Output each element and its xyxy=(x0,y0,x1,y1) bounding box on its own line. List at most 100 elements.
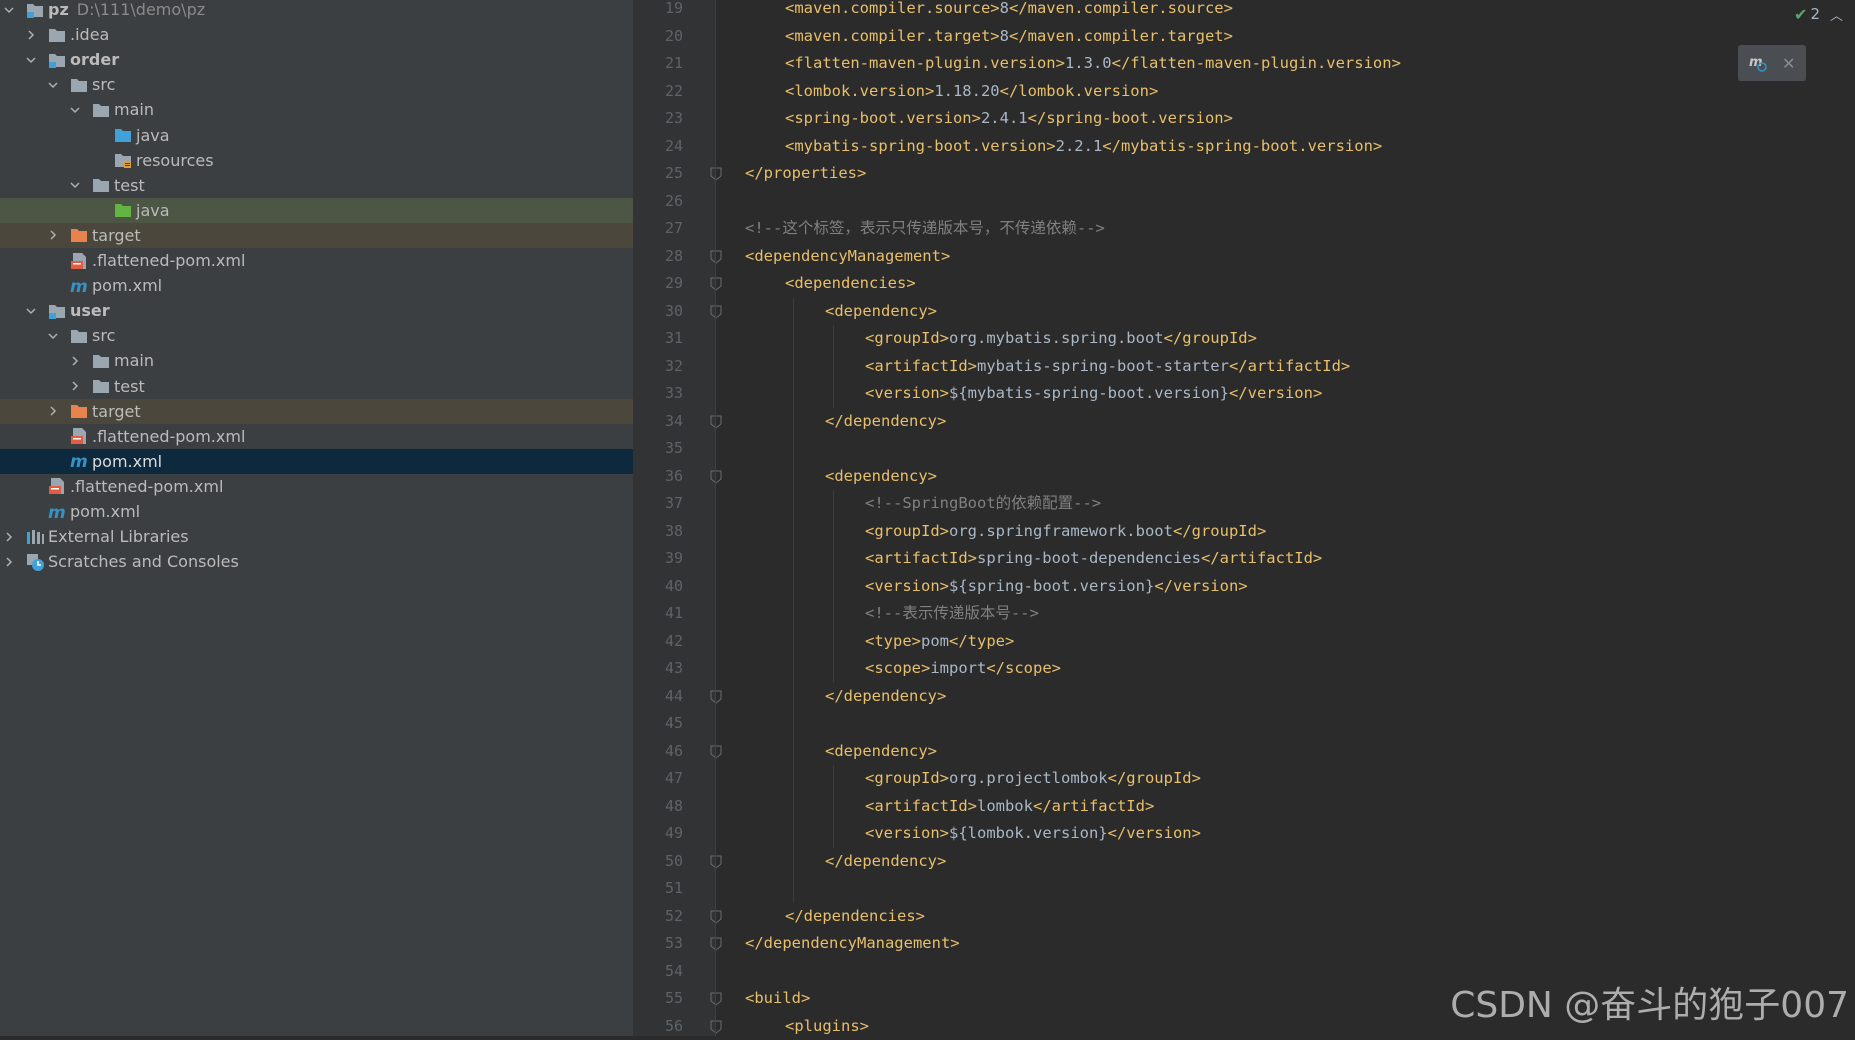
folder-icon xyxy=(69,326,89,346)
tree-item-user-flattened-pom[interactable]: .flattened-pom.xml xyxy=(0,424,633,449)
chevron-down-icon[interactable] xyxy=(25,47,37,72)
code-line[interactable]: <lombok.version>1.18.20</lombok.version> xyxy=(785,78,1158,106)
xml-comment: <!--表示传递版本号--> xyxy=(865,604,1039,622)
code-line[interactable]: </properties> xyxy=(745,160,866,188)
xml-tag: </groupId> xyxy=(1108,769,1201,787)
chevron-down-icon[interactable] xyxy=(69,97,81,122)
tree-item-external-libraries[interactable]: External Libraries xyxy=(0,524,633,549)
xml-tag: </artifactId> xyxy=(1201,549,1322,567)
xml-text: 2.4.1 xyxy=(981,109,1028,127)
code-editor[interactable]: <maven.compiler.source>8</maven.compiler… xyxy=(715,0,1855,1036)
code-line[interactable]: </dependency> xyxy=(825,683,946,711)
code-line[interactable]: <plugins> xyxy=(785,1013,869,1037)
tree-item-label: main xyxy=(114,348,154,373)
chevron-down-icon[interactable] xyxy=(47,323,59,348)
close-icon[interactable]: ✕ xyxy=(1782,54,1795,73)
code-line[interactable]: <artifactId>lombok</artifactId> xyxy=(865,793,1154,821)
indent-guide xyxy=(793,298,794,903)
tree-item-root-pom[interactable]: mpom.xml xyxy=(0,499,633,524)
code-line[interactable]: <version>${spring-boot.version}</version… xyxy=(865,573,1248,601)
chevron-up-icon[interactable]: ︿ xyxy=(1830,5,1843,24)
chevron-right-icon[interactable] xyxy=(3,549,15,574)
code-line[interactable]: <type>pom</type> xyxy=(865,628,1014,656)
project-tree: pzD:\111\demo\pz.ideaordersrcmainjavares… xyxy=(0,0,633,1036)
inspection-widget[interactable]: ✔ 2 ︿ xyxy=(1794,4,1843,24)
code-line[interactable]: </dependency> xyxy=(825,848,946,876)
code-line[interactable]: </dependencies> xyxy=(785,903,925,931)
tree-item-user-main[interactable]: main xyxy=(0,348,633,373)
chevron-right-icon[interactable] xyxy=(47,399,59,424)
code-line[interactable]: <version>${lombok.version}</version> xyxy=(865,820,1201,848)
code-line[interactable]: <scope>import</scope> xyxy=(865,655,1061,683)
xml-tag: <type> xyxy=(865,632,921,650)
tree-item-order-target[interactable]: target xyxy=(0,223,633,248)
code-line[interactable]: <artifactId>spring-boot-dependencies</ar… xyxy=(865,545,1322,573)
code-line[interactable]: <build> xyxy=(745,985,810,1013)
tree-item-order-resources[interactable]: resources xyxy=(0,148,633,173)
code-line[interactable]: <dependency> xyxy=(825,738,937,766)
folder-icon xyxy=(47,25,67,45)
chevron-right-icon[interactable] xyxy=(47,223,59,248)
xml-text: lombok xyxy=(977,797,1033,815)
folder-icon xyxy=(91,376,111,396)
code-line[interactable]: <groupId>org.mybatis.spring.boot</groupI… xyxy=(865,325,1257,353)
code-line[interactable]: <groupId>org.springframework.boot</group… xyxy=(865,518,1266,546)
maven-reload-popup: m ✕ xyxy=(1738,45,1806,81)
code-line[interactable]: <groupId>org.projectlombok</groupId> xyxy=(865,765,1201,793)
xml-tag: </mybatis-spring-boot.version> xyxy=(1102,137,1382,155)
code-line[interactable]: </dependencyManagement> xyxy=(745,930,960,958)
code-line[interactable]: <flatten-maven-plugin.version>1.3.0</fla… xyxy=(785,50,1401,78)
chevron-down-icon[interactable] xyxy=(25,298,37,323)
code-line[interactable]: <dependency> xyxy=(825,298,937,326)
excluded-folder-icon xyxy=(69,401,89,421)
code-line[interactable]: <dependencyManagement> xyxy=(745,243,950,271)
code-line[interactable]: </dependency> xyxy=(825,408,946,436)
tree-item-order-test-java[interactable]: java xyxy=(0,198,633,223)
tree-item-order-flattened-pom[interactable]: .flattened-pom.xml xyxy=(0,248,633,273)
code-line[interactable]: <!--SpringBoot的依赖配置--> xyxy=(865,490,1101,518)
chevron-down-icon[interactable] xyxy=(69,173,81,198)
tree-item-user[interactable]: user xyxy=(0,298,633,323)
line-number: 51 xyxy=(633,875,683,903)
tree-item-root-flattened-pom[interactable]: .flattened-pom.xml xyxy=(0,474,633,499)
tree-item-order-main[interactable]: main xyxy=(0,97,633,122)
tree-item-order[interactable]: order xyxy=(0,47,633,72)
chevron-down-icon[interactable] xyxy=(47,72,59,97)
tree-item-user-pom[interactable]: mpom.xml xyxy=(0,449,633,474)
xml-tag: <dependency> xyxy=(825,302,937,320)
code-line[interactable]: <!--表示传递版本号--> xyxy=(865,600,1039,628)
tree-item-label: src xyxy=(92,72,115,97)
tree-item-user-src[interactable]: src xyxy=(0,323,633,348)
tree-item-user-target[interactable]: target xyxy=(0,399,633,424)
tree-item-user-test[interactable]: test xyxy=(0,374,633,399)
tree-item-order-src[interactable]: src xyxy=(0,72,633,97)
code-line[interactable]: <dependencies> xyxy=(785,270,916,298)
chevron-right-icon[interactable] xyxy=(69,374,81,399)
chevron-down-icon[interactable] xyxy=(3,0,15,22)
chevron-right-icon[interactable] xyxy=(3,524,15,549)
tree-item-label: target xyxy=(92,223,141,248)
xml-tag: <dependencyManagement> xyxy=(745,247,950,265)
xml-tag: </dependency> xyxy=(825,687,946,705)
tree-item-idea[interactable]: .idea xyxy=(0,22,633,47)
tree-item-order-test[interactable]: test xyxy=(0,173,633,198)
code-line[interactable]: <dependency> xyxy=(825,463,937,491)
line-number: 36 xyxy=(633,463,683,491)
xml-tag: </dependency> xyxy=(825,412,946,430)
code-line[interactable]: <!--这个标签，表示只传递版本号，不传递依赖--> xyxy=(745,215,1105,243)
tree-root-pz[interactable]: pzD:\111\demo\pz xyxy=(0,0,633,22)
tree-item-order-main-java[interactable]: java xyxy=(0,123,633,148)
tree-item-order-pom[interactable]: mpom.xml xyxy=(0,273,633,298)
maven-reload-icon[interactable]: m xyxy=(1748,53,1768,73)
xml-tag: </type> xyxy=(949,632,1014,650)
code-line[interactable]: <version>${mybatis-spring-boot.version}<… xyxy=(865,380,1322,408)
tree-item-scratches[interactable]: Scratches and Consoles xyxy=(0,549,633,574)
code-line[interactable]: <maven.compiler.source>8</maven.compiler… xyxy=(785,0,1233,23)
code-line[interactable]: <mybatis-spring-boot.version>2.2.1</myba… xyxy=(785,133,1382,161)
code-line[interactable]: <spring-boot.version>2.4.1</spring-boot.… xyxy=(785,105,1233,133)
chevron-right-icon[interactable] xyxy=(69,348,81,373)
code-line[interactable]: <maven.compiler.target>8</maven.compiler… xyxy=(785,23,1233,51)
code-line[interactable]: <artifactId>mybatis-spring-boot-starter<… xyxy=(865,353,1350,381)
tree-item-label: java xyxy=(136,123,170,148)
chevron-right-icon[interactable] xyxy=(25,22,37,47)
